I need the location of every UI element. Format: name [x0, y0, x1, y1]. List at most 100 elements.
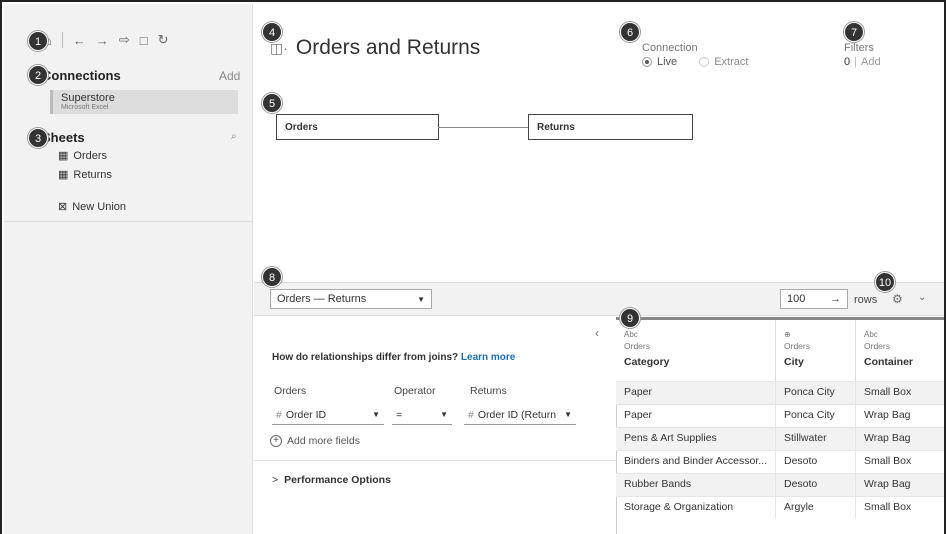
- callout-badge: 10: [875, 272, 895, 292]
- extract-label: Extract: [714, 56, 749, 68]
- sheet-item-label: Returns: [73, 168, 112, 181]
- table-cell: Pens & Art Supplies: [616, 427, 776, 450]
- rows-input[interactable]: 100 →: [780, 289, 848, 309]
- chevron-right-icon: >: [272, 474, 279, 486]
- refresh-icon[interactable]: ↻: [158, 32, 169, 48]
- redirect-icon[interactable]: ⇨: [119, 32, 130, 48]
- table-cell: Small Box: [864, 386, 912, 398]
- radio-selected-icon: [642, 57, 652, 67]
- table-cell: Wrap Bag: [864, 432, 911, 444]
- grid-column-category[interactable]: Abc Orders Category: [616, 320, 776, 381]
- forward-icon[interactable]: →: [96, 33, 109, 48]
- filters-count: 0: [844, 56, 851, 68]
- table-cell: Desoto: [776, 450, 856, 473]
- radio-unselected-icon: [699, 57, 710, 67]
- table-cell: Ponca City: [776, 404, 856, 427]
- database-icon: ◫·: [270, 39, 288, 56]
- callout-badge: 6: [620, 22, 640, 42]
- string-type-icon[interactable]: Abc: [864, 330, 940, 339]
- live-label: Live: [657, 56, 678, 68]
- column-source: Orders: [864, 341, 890, 351]
- connection-item-superstore[interactable]: Superstore Microsoft Excel: [50, 90, 238, 114]
- table-cell: Wrap Bag: [864, 478, 911, 490]
- gear-icon[interactable]: ⚙: [892, 292, 903, 306]
- data-source-name: Orders and Returns: [295, 36, 481, 59]
- performance-options-toggle[interactable]: > Performance Options: [272, 474, 391, 486]
- table-cell: Paper: [616, 404, 776, 427]
- panel-divider: [254, 460, 616, 461]
- add-connection-link[interactable]: Add: [219, 69, 240, 83]
- left-field-select[interactable]: # Order ID ▼: [272, 405, 384, 425]
- callout-badge: 8: [262, 267, 282, 287]
- right-field-select[interactable]: # Order ID (Return ▼: [464, 405, 576, 425]
- table-cell: Binders and Binder Accessor...: [616, 450, 776, 473]
- new-union-label: New Union: [72, 200, 127, 213]
- table-cell: Rubber Bands: [616, 473, 776, 496]
- right-field-value: Order ID (Return: [477, 408, 557, 421]
- callout-badge: 1: [28, 31, 48, 51]
- operator-select[interactable]: = ▼: [392, 405, 452, 425]
- toolbar: ⌂ ← → ⇨ □ ↻: [44, 30, 169, 50]
- connection-type: Microsoft Excel: [61, 104, 109, 111]
- grid-column-container[interactable]: Abc Orders Container: [856, 320, 944, 381]
- learn-more-link[interactable]: Learn more: [461, 352, 515, 363]
- relationship-line[interactable]: [438, 127, 528, 128]
- performance-options-label: Performance Options: [284, 474, 391, 486]
- toolbar-separator: [61, 32, 63, 48]
- table-cell: Ponca City: [776, 381, 856, 404]
- new-union-item[interactable]: ⊠ New Union: [58, 200, 127, 214]
- chevron-down-icon: ▼: [417, 294, 425, 304]
- right-table-header: Returns: [470, 385, 507, 397]
- relationship-panel: [254, 317, 616, 534]
- add-more-fields-label: Add more fields: [287, 435, 360, 447]
- rows-label: rows: [854, 294, 878, 306]
- table-cell: Paper: [616, 381, 776, 404]
- canvas-table-orders[interactable]: Orders: [276, 114, 439, 140]
- column-source: Orders: [624, 341, 650, 351]
- chevron-down-icon: ▼: [564, 410, 572, 419]
- table-cell: Stillwater: [776, 427, 856, 450]
- number-icon: #: [276, 408, 282, 421]
- left-table-header: Orders: [274, 385, 307, 397]
- sheet-item-orders[interactable]: ▦ Orders: [58, 149, 108, 163]
- add-more-fields-button[interactable]: + Add more fields: [270, 435, 360, 447]
- connection-name: Superstore: [61, 92, 115, 104]
- table-cell: Wrap Bag: [864, 409, 911, 421]
- extract-radio[interactable]: Extract: [699, 56, 748, 68]
- chevron-down-icon[interactable]: ⌄: [918, 292, 926, 303]
- string-type-icon[interactable]: Abc: [624, 330, 767, 339]
- search-icon[interactable]: ⌕: [231, 131, 237, 142]
- sheets-title: Sheets: [42, 130, 85, 145]
- chevron-left-icon[interactable]: ‹: [595, 326, 599, 340]
- back-icon[interactable]: ←: [73, 33, 86, 48]
- filters-label: Filters: [844, 42, 874, 54]
- relationship-select[interactable]: Orders — Returns ▼: [270, 289, 432, 309]
- data-source-title[interactable]: ◫· Orders and Returns: [270, 36, 480, 60]
- column-name: Container: [864, 356, 914, 368]
- relationship-question: How do relationships differ from joins?: [272, 352, 459, 363]
- left-field-value: Order ID: [285, 408, 327, 421]
- connection-radio-group: Live Extract: [642, 56, 748, 68]
- globe-icon[interactable]: ⊕: [784, 330, 847, 339]
- canvas-table-returns[interactable]: Returns: [528, 114, 693, 140]
- callout-badge: 5: [262, 93, 282, 113]
- arrow-right-icon: →: [830, 293, 841, 305]
- operator-value: =: [396, 408, 403, 421]
- rows-value: 100: [787, 293, 806, 305]
- table-grid-icon: ▦: [58, 169, 69, 181]
- sheet-item-returns[interactable]: ▦ Returns: [58, 168, 112, 182]
- save-icon[interactable]: □: [140, 33, 148, 48]
- live-radio[interactable]: Live: [642, 56, 677, 68]
- connections-title: Connections: [42, 68, 121, 83]
- callout-badge: 2: [28, 65, 48, 85]
- chevron-down-icon: ▼: [372, 410, 380, 419]
- filters-row: 0 | Add: [844, 56, 881, 68]
- column-source: Orders: [784, 341, 810, 351]
- chevron-down-icon: ▼: [440, 410, 448, 419]
- sheet-item-label: Orders: [73, 149, 108, 162]
- add-filter-link[interactable]: Add: [861, 56, 881, 68]
- table-cell: Small Box: [864, 455, 912, 467]
- connection-label: Connection: [642, 42, 698, 54]
- relationship-select-value: Orders — Returns: [277, 293, 367, 305]
- grid-column-city[interactable]: ⊕ Orders City: [776, 320, 856, 381]
